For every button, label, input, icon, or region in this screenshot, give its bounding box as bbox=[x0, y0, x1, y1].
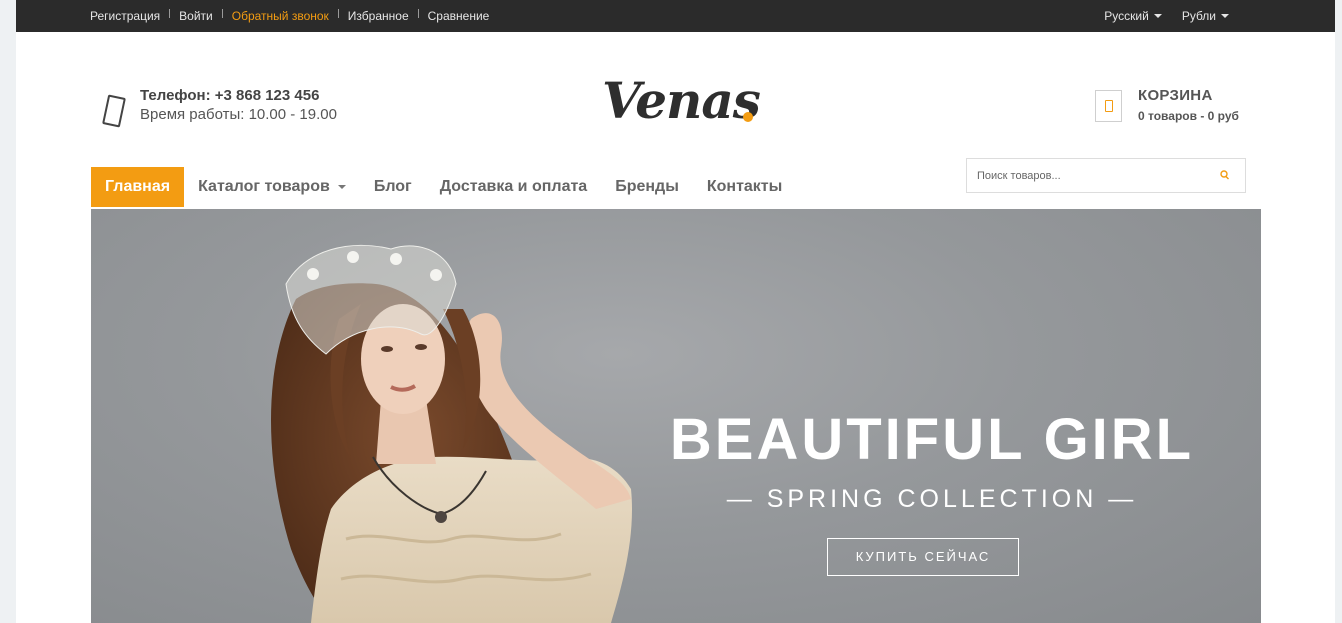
nav-label: Блог bbox=[373, 178, 412, 195]
language-dropdown[interactable]: Русский bbox=[1104, 9, 1162, 23]
callback-link[interactable]: Обратный звонок bbox=[223, 0, 338, 32]
login-link[interactable]: Войти bbox=[170, 0, 222, 32]
nav-item-brands[interactable]: Бренды bbox=[601, 167, 693, 207]
nav-item-home[interactable]: Главная bbox=[91, 167, 185, 207]
nav-label: Контакты bbox=[706, 178, 783, 195]
working-hours: Время работы: 10.00 - 19.00 bbox=[140, 106, 337, 123]
nav-item-catalog[interactable]: Каталог товаров bbox=[184, 167, 360, 207]
register-link[interactable]: Регистрация bbox=[90, 0, 169, 32]
buy-now-button[interactable]: КУПИТЬ СЕЙЧАС bbox=[827, 538, 1019, 576]
cart-icon[interactable] bbox=[1095, 90, 1122, 122]
currency-label: Рубли bbox=[1181, 9, 1216, 23]
phone-number: Телефон: +3 868 123 456 bbox=[140, 87, 320, 104]
hero-banner: BEAUTIFUL GIRL — SPRING COLLECTION — КУП… bbox=[91, 209, 1261, 623]
language-label: Русский bbox=[1104, 9, 1149, 23]
cart-count: 0 товаров - 0 руб bbox=[1138, 109, 1239, 123]
compare-link[interactable]: Сравнение bbox=[419, 0, 499, 32]
nav-label: Бренды bbox=[615, 178, 679, 195]
top-links: Регистрация Войти Обратный звонок Избран… bbox=[90, 0, 498, 32]
chevron-down-icon bbox=[1221, 14, 1229, 18]
top-bar: Регистрация Войти Обратный звонок Избран… bbox=[16, 0, 1335, 32]
nav-item-delivery[interactable]: Доставка и оплата bbox=[426, 167, 602, 207]
search-box bbox=[966, 158, 1246, 193]
nav-label: Каталог товаров bbox=[198, 178, 330, 195]
top-right-controls: Русский Рубли bbox=[1104, 0, 1229, 32]
search-icon[interactable] bbox=[1205, 159, 1245, 192]
main-nav: Главная Каталог товаров Блог Доставка и … bbox=[91, 167, 796, 207]
cart-summary[interactable]: КОРЗИНА 0 товаров - 0 руб bbox=[1138, 87, 1239, 125]
nav-label: Главная bbox=[105, 178, 171, 195]
nav-item-contacts[interactable]: Контакты bbox=[693, 167, 796, 207]
currency-dropdown[interactable]: Рубли bbox=[1182, 9, 1229, 23]
hero-title: BEAUTIFUL GIRL bbox=[669, 407, 1195, 472]
search-input[interactable] bbox=[967, 159, 1207, 192]
site-logo[interactable]: Venas bbox=[600, 62, 760, 132]
chevron-down-icon bbox=[337, 185, 346, 189]
phone-icon bbox=[102, 94, 126, 128]
contact-info: Телефон: +3 868 123 456 Время работы: 10… bbox=[140, 86, 337, 124]
chevron-down-icon bbox=[1153, 14, 1162, 18]
hero-subtitle: — SPRING COLLECTION — bbox=[726, 485, 1138, 513]
nav-item-blog[interactable]: Блог bbox=[360, 167, 426, 207]
shopping-bag-icon bbox=[1104, 100, 1113, 112]
nav-label: Доставка и оплата bbox=[439, 178, 588, 195]
page: Регистрация Войти Обратный звонок Избран… bbox=[16, 0, 1335, 623]
svg-text:Venas: Venas bbox=[602, 71, 760, 130]
favorites-link[interactable]: Избранное bbox=[339, 0, 418, 32]
cart-title: КОРЗИНА bbox=[1138, 87, 1213, 104]
